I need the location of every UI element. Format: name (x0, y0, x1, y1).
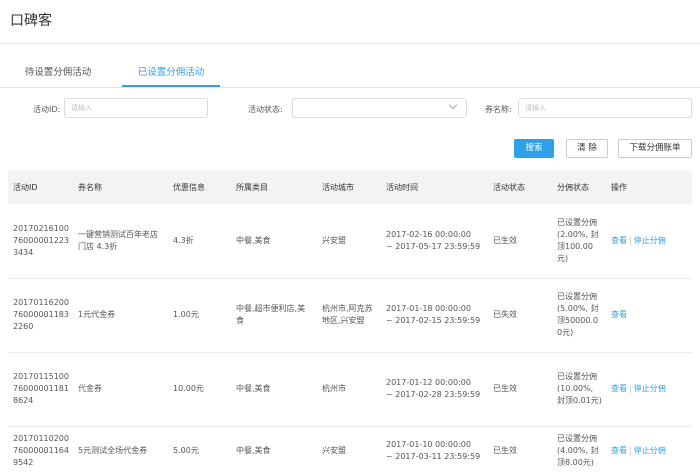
cell-category: 中餐,美食 (236, 235, 271, 245)
header-discount: 优惠信息 (173, 182, 205, 192)
time-start: 2017-02-16 00:00:00 (386, 229, 471, 239)
cell-city: 兴安盟 (322, 446, 346, 456)
cell-commission: 已设置分佣(4.00%, 封顶8.00元) (557, 434, 599, 468)
header-actions: 操作 (611, 182, 627, 192)
cell-category: 中餐,美食 (236, 384, 271, 393)
cell-activity-id: 20170116200760000011832260 (13, 298, 69, 331)
header-activity-id: 活动ID (13, 182, 38, 192)
search-button[interactable]: 搜索 (514, 139, 554, 158)
cell-discount: 4.3折 (173, 235, 194, 245)
header-divider (0, 43, 700, 44)
coupon-name-label: 券名称: (485, 105, 512, 114)
stop-commission-link[interactable]: 停止分佣 (634, 446, 666, 455)
cell-coupon-name: 1元代金券 (78, 310, 116, 319)
clear-button[interactable]: 清 除 (566, 139, 608, 158)
time-start: 2017-01-10 00:00:00 (386, 440, 471, 450)
activity-status-select[interactable] (292, 98, 467, 118)
activity-table: 活动ID 券名称 优惠信息 所属类目 活动城市 活动时间 活动状态 分佣状态 操… (8, 170, 692, 476)
cell-city: 杭州市,阿克苏地区,兴安盟 (322, 304, 373, 325)
cell-actions: 查看 | 停止分佣 (606, 352, 692, 426)
tab-set-commission[interactable]: 已设置分佣活动 (122, 60, 220, 87)
action-separator: | (629, 384, 632, 393)
cell-status: 已生效 (493, 235, 517, 245)
cell-time: 2017-01-18 00:00:00 ~ 2017-02-15 23:59:59 (381, 278, 488, 352)
cell-actions: 查看 | 停止分佣 (606, 204, 692, 278)
view-link[interactable]: 查看 (611, 446, 627, 455)
cell-status: 已生效 (493, 446, 517, 456)
app-title: 口碑客 (10, 13, 52, 29)
activity-id-label: 活动ID: (33, 105, 61, 114)
header-status: 活动状态 (493, 182, 525, 192)
cell-city: 杭州市 (322, 384, 346, 393)
activity-status-label: 活动状态: (248, 105, 283, 114)
cell-coupon-name: 5元测试全场代金券 (78, 446, 148, 456)
download-commission-bill-button[interactable]: 下载分佣账单 (618, 139, 692, 158)
time-end: ~ 2017-02-15 23:59:59 (386, 316, 481, 325)
cell-discount: 1.00元 (173, 310, 199, 319)
table-row: 20170116200760000011832260 1元代金券 1.00元 中… (8, 278, 692, 352)
table-row: 20170110200760000011649542 5元测试全场代金券 5.0… (8, 426, 692, 476)
coupon-name-input[interactable] (518, 98, 692, 118)
header-commission: 分佣状态 (557, 182, 589, 192)
cell-status: 已失效 (493, 310, 517, 319)
stop-commission-link[interactable]: 停止分佣 (634, 384, 666, 393)
cell-coupon-name: 代金券 (78, 384, 102, 393)
cell-category: 中餐,超市便利店,美食 (236, 304, 306, 325)
cell-category: 中餐,美食 (236, 446, 271, 456)
chevron-down-icon (448, 100, 458, 110)
header-time: 活动时间 (386, 182, 418, 192)
view-link[interactable]: 查看 (611, 384, 627, 393)
cell-activity-id: 20170110200760000011649542 (13, 434, 69, 468)
view-link[interactable]: 查看 (611, 310, 627, 319)
time-start: 2017-01-18 00:00:00 (386, 304, 471, 313)
cell-discount: 10.00元 (173, 384, 204, 393)
table-row: 20170216100760000012233434 一键营销测试百年老店门店 … (8, 204, 692, 278)
table-row: 20170115100760000011818624 代金券 10.00元 中餐… (8, 352, 692, 426)
cell-activity-id: 20170115100760000011818624 (13, 372, 69, 405)
cell-activity-id: 20170216100760000012233434 (13, 223, 69, 257)
cell-discount: 5.00元 (173, 446, 199, 456)
header-city: 活动城市 (322, 182, 354, 192)
cell-time: 2017-02-16 00:00:00 ~ 2017-05-17 23:59:59 (381, 204, 488, 278)
cell-commission: 已设置分佣(2.00%, 封顶100.00元) (557, 217, 599, 263)
cell-time: 2017-01-12 00:00:00 ~ 2017-02-28 23:59:59 (381, 352, 488, 426)
cell-status: 已生效 (493, 384, 517, 393)
time-end: ~ 2017-02-28 23:59:59 (386, 390, 481, 399)
time-end: ~ 2017-05-17 23:59:59 (386, 241, 481, 251)
time-end: ~ 2017-03-11 23:59:59 (386, 452, 481, 462)
header-category: 所属类目 (236, 182, 268, 192)
cell-city: 兴安盟 (322, 235, 346, 245)
cell-commission: 已设置分佣(5.00%, 封顶50000.00元) (557, 292, 599, 337)
cell-actions: 查看 | 停止分佣 (606, 426, 692, 476)
cell-commission: 已设置分佣(10.00%, 封顶0.01元) (557, 372, 602, 405)
action-separator: | (629, 446, 632, 456)
time-start: 2017-01-12 00:00:00 (386, 378, 471, 387)
action-separator: | (629, 235, 632, 245)
cell-coupon-name: 一键营销测试百年老店门店 4.3折 (78, 229, 158, 251)
tab-pending-commission[interactable]: 待设置分佣活动 (18, 60, 98, 86)
header-coupon-name: 券名称 (78, 182, 102, 192)
tab-bar: 待设置分佣活动 已设置分佣活动 (0, 60, 700, 88)
activity-id-input[interactable] (64, 98, 208, 118)
cell-time: 2017-01-10 00:00:00 ~ 2017-03-11 23:59:59 (381, 426, 488, 476)
stop-commission-link[interactable]: 停止分佣 (634, 236, 666, 245)
view-link[interactable]: 查看 (611, 236, 627, 245)
cell-actions: 查看 (606, 278, 692, 352)
table-header-row: 活动ID 券名称 优惠信息 所属类目 活动城市 活动时间 活动状态 分佣状态 操… (8, 170, 692, 204)
